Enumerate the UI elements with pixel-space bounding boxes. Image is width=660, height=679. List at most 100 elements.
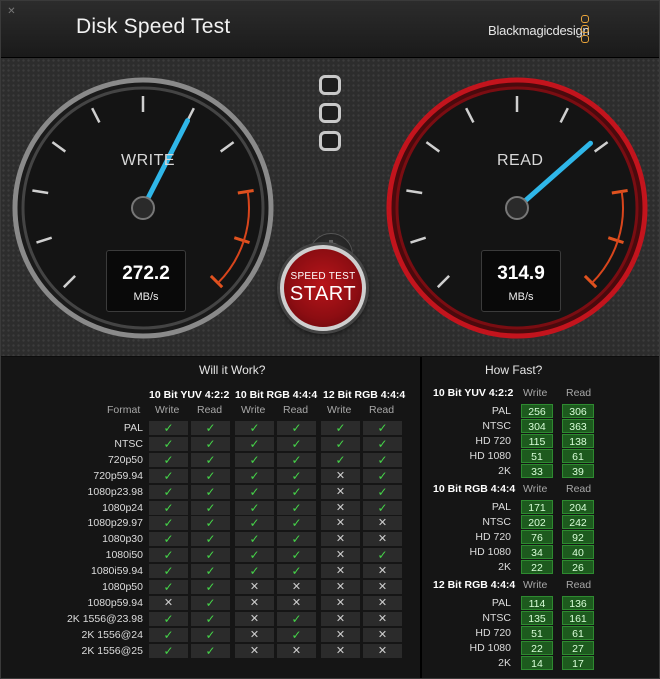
check-icon: ✓ bbox=[321, 421, 360, 435]
speed-row-label: HD 720 bbox=[475, 435, 511, 447]
check-icon: ✓ bbox=[149, 627, 188, 642]
check-icon: ✓ bbox=[235, 484, 274, 499]
format-label: 1080p23.98 bbox=[87, 485, 143, 498]
check-icon: ✓ bbox=[149, 421, 188, 435]
read-gauge-hub bbox=[505, 196, 529, 220]
check-icon: ✓ bbox=[149, 564, 188, 579]
write-column-header: Write bbox=[523, 483, 548, 495]
check-icon: ✓ bbox=[277, 452, 316, 467]
cross-icon: ✕ bbox=[277, 643, 316, 658]
format-label: NTSC bbox=[114, 437, 143, 450]
check-icon: ✓ bbox=[235, 421, 274, 435]
check-icon: ✓ bbox=[149, 468, 188, 483]
write-column-header: Write bbox=[523, 579, 548, 591]
format-label: PAL bbox=[123, 422, 143, 434]
speed-row-label: PAL bbox=[491, 405, 511, 417]
check-icon: ✓ bbox=[363, 500, 402, 515]
check-icon: ✓ bbox=[191, 580, 230, 594]
check-icon: ✓ bbox=[191, 643, 230, 658]
cross-icon: ✕ bbox=[321, 627, 360, 642]
check-icon: ✓ bbox=[277, 564, 316, 579]
check-icon: ✓ bbox=[191, 532, 230, 547]
read-speed-cell: 26 bbox=[562, 560, 594, 574]
check-icon: ✓ bbox=[191, 484, 230, 499]
check-icon: ✓ bbox=[363, 468, 402, 483]
speed-row-label: PAL bbox=[491, 501, 511, 513]
cross-icon: ✕ bbox=[235, 611, 274, 626]
read-gauge-label: READ bbox=[497, 152, 544, 169]
write-speed-cell: 256 bbox=[521, 404, 553, 418]
how-fast-title: How Fast? bbox=[485, 363, 543, 377]
read-speed-cell: 40 bbox=[562, 545, 594, 559]
cross-icon: ✕ bbox=[363, 580, 402, 594]
read-speed-cell: 138 bbox=[562, 434, 594, 448]
check-icon: ✓ bbox=[277, 436, 316, 451]
check-icon: ✓ bbox=[149, 436, 188, 451]
write-speed-cell: 76 bbox=[521, 530, 553, 544]
check-icon: ✓ bbox=[235, 548, 274, 563]
speed-row-label: PAL bbox=[491, 597, 511, 609]
brand-logo-icon bbox=[581, 35, 589, 43]
read-speed-unit: MB/s bbox=[508, 291, 534, 303]
format-label: 1080p24 bbox=[102, 501, 143, 514]
speed-group-header: 12 Bit RGB 4:4:4 bbox=[433, 579, 516, 591]
start-button[interactable]: SPEED TEST START bbox=[280, 245, 366, 331]
write-speed-cell: 115 bbox=[521, 434, 553, 448]
format-label: 2K 1556@23.98 bbox=[66, 612, 143, 625]
read-speed-cell: 27 bbox=[562, 641, 594, 655]
write-speed-cell: 51 bbox=[521, 626, 553, 640]
write-speed-cell: 22 bbox=[521, 560, 553, 574]
cross-icon: ✕ bbox=[321, 548, 360, 563]
app-window: ✕ Disk Speed Test Blackmagicdesign WRITE… bbox=[0, 0, 660, 679]
check-icon: ✓ bbox=[277, 627, 316, 642]
write-speed-cell: 22 bbox=[521, 641, 553, 655]
format-label: 1080p29.97 bbox=[87, 517, 143, 530]
read-column-header: Read bbox=[369, 404, 395, 416]
write-gauge-hub bbox=[131, 196, 155, 220]
read-speed-cell: 61 bbox=[562, 449, 594, 463]
cross-icon: ✕ bbox=[363, 564, 402, 579]
close-icon[interactable]: ✕ bbox=[7, 7, 16, 17]
check-icon: ✓ bbox=[235, 452, 274, 467]
check-icon: ✓ bbox=[191, 452, 230, 467]
read-readout: 314.9 MB/s bbox=[481, 250, 561, 312]
check-icon: ✓ bbox=[277, 516, 316, 531]
speed-row-label: HD 720 bbox=[475, 531, 511, 543]
speed-row-label: 2K bbox=[498, 657, 511, 669]
write-speed-value: 272.2 bbox=[122, 263, 170, 284]
check-icon: ✓ bbox=[277, 484, 316, 499]
speed-row-label: HD 1080 bbox=[469, 642, 511, 654]
logo-box-icon bbox=[319, 103, 341, 123]
check-icon: ✓ bbox=[235, 468, 274, 483]
read-speed-cell: 363 bbox=[562, 419, 594, 433]
cross-icon: ✕ bbox=[363, 611, 402, 626]
cross-icon: ✕ bbox=[363, 516, 402, 531]
check-icon: ✓ bbox=[277, 548, 316, 563]
read-speed-cell: 306 bbox=[562, 404, 594, 418]
check-icon: ✓ bbox=[191, 548, 230, 563]
start-button-label: START bbox=[289, 283, 357, 305]
check-icon: ✓ bbox=[363, 548, 402, 563]
check-icon: ✓ bbox=[149, 548, 188, 563]
cross-icon: ✕ bbox=[363, 532, 402, 547]
cross-icon: ✕ bbox=[235, 595, 274, 610]
cross-icon: ✕ bbox=[321, 468, 360, 483]
read-speed-value: 314.9 bbox=[497, 263, 545, 284]
format-label: 1080i59.94 bbox=[91, 565, 143, 578]
check-icon: ✓ bbox=[235, 532, 274, 547]
read-column-header: Read bbox=[566, 387, 592, 399]
write-column-header: Write bbox=[155, 404, 180, 416]
check-icon: ✓ bbox=[149, 643, 188, 658]
check-icon: ✓ bbox=[235, 516, 274, 531]
speed-row-label: NTSC bbox=[482, 516, 511, 528]
speed-group-header: 10 Bit RGB 4:4:4 bbox=[433, 483, 516, 495]
format-label: 2K 1556@25 bbox=[81, 644, 143, 657]
check-icon: ✓ bbox=[277, 421, 316, 435]
check-icon: ✓ bbox=[149, 532, 188, 547]
format-label: 720p50 bbox=[107, 453, 143, 466]
check-icon: ✓ bbox=[277, 500, 316, 515]
write-readout: 272.2 MB/s bbox=[106, 250, 186, 312]
check-icon: ✓ bbox=[235, 564, 274, 579]
write-speed-cell: 33 bbox=[521, 464, 553, 478]
cross-icon: ✕ bbox=[321, 595, 360, 610]
